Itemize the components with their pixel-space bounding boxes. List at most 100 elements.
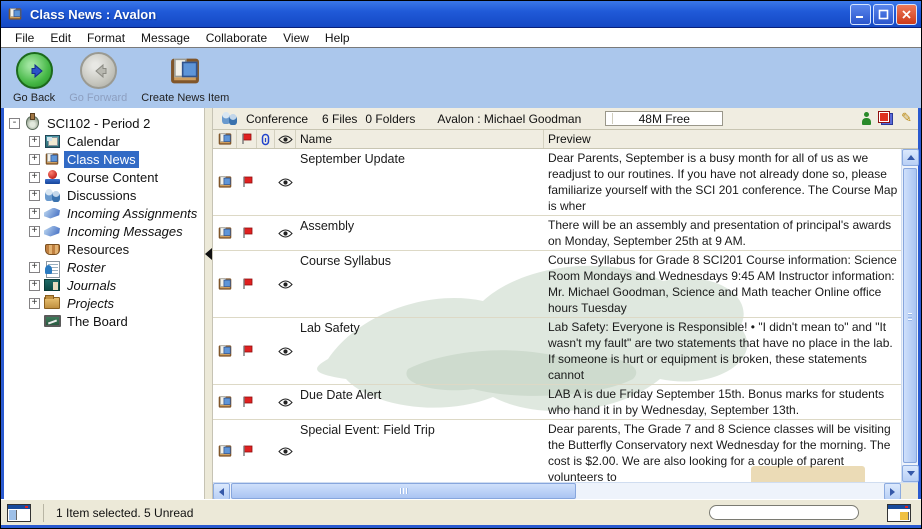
expand-toggle[interactable]: + [29, 190, 40, 201]
news-item-row[interactable]: Special Event: Field Trip Dear parents, … [213, 420, 901, 482]
news-item-icon [219, 445, 232, 456]
maximize-button[interactable] [873, 4, 894, 25]
split-view-toggle-icon[interactable] [7, 504, 31, 522]
status-text: 1 Item selected. 5 Unread [56, 506, 193, 520]
menu-view[interactable]: View [277, 29, 319, 47]
free-space-value: 48M Free [639, 112, 690, 126]
vertical-scroll-thumb[interactable] [903, 168, 917, 463]
flag-icon [241, 133, 252, 145]
folders-count: 0 Folders [365, 112, 415, 126]
tree-item-course-content[interactable]: + Course Content [4, 168, 204, 186]
news-item-row[interactable]: Lab Safety Lab Safety: Everyone is Respo… [213, 318, 901, 385]
vertical-scrollbar[interactable] [901, 149, 918, 482]
collapse-sidebar-arrow-icon[interactable] [205, 248, 212, 260]
expand-toggle[interactable]: + [29, 136, 40, 147]
menu-bar: File Edit Format Message Collaborate Vie… [1, 28, 921, 48]
discussions-icon [44, 189, 61, 202]
news-item-row[interactable]: Due Date Alert LAB A is due Friday Septe… [213, 385, 901, 420]
bulletin-board-icon [46, 153, 59, 164]
attachment-paperclip-icon [261, 133, 270, 146]
item-preview: Lab Safety: Everyone is Responsible! • "… [544, 318, 901, 384]
item-name: September Update [300, 152, 405, 166]
news-item-row[interactable]: Course Syllabus Course Syllabus for Grad… [213, 251, 901, 318]
expand-toggle[interactable]: + [29, 226, 40, 237]
eye-icon [278, 280, 293, 289]
tree-item-resources[interactable]: Resources [4, 240, 204, 258]
flag-icon [242, 278, 253, 290]
tree-item-projects[interactable]: + Projects [4, 294, 204, 312]
tree-item-discussions[interactable]: + Discussions [4, 186, 204, 204]
journals-icon [44, 279, 60, 291]
tree-item-calendar[interactable]: + Calendar [4, 132, 204, 150]
tree-item-sci102[interactable]: - SCI102 - Period 2 [4, 114, 204, 132]
layered-squares-icon[interactable] [879, 112, 893, 125]
tree-item-incoming-messages[interactable]: + Incoming Messages [4, 222, 204, 240]
collapse-toggle[interactable]: - [9, 118, 20, 129]
name-column-header[interactable]: Name [296, 130, 544, 148]
conference-info-bar: Conference 6 Files 0 Folders Avalon : Mi… [213, 108, 918, 130]
tree-item-roster[interactable]: + Roster [4, 258, 204, 276]
window-title: Class News : Avalon [30, 7, 850, 22]
panel-layout-icon[interactable] [887, 504, 911, 522]
calendar-icon [45, 135, 60, 148]
minimize-button[interactable] [850, 4, 871, 25]
expand-toggle[interactable]: + [29, 298, 40, 309]
item-type-column[interactable] [213, 130, 237, 148]
item-type-icon [218, 133, 231, 144]
expand-toggle[interactable]: + [29, 154, 40, 165]
conference-icon [221, 112, 238, 125]
tree-item-the-board[interactable]: The Board [4, 312, 204, 330]
menu-help[interactable]: Help [319, 29, 360, 47]
unread-column[interactable] [275, 130, 296, 148]
conference-type-label: Conference [246, 112, 308, 126]
presence-person-icon[interactable] [862, 112, 871, 125]
window-frame-edge [1, 525, 921, 528]
scroll-down-button[interactable] [902, 465, 919, 482]
menu-file[interactable]: File [9, 29, 44, 47]
item-preview: Dear parents, The Grade 7 and 8 Science … [544, 420, 901, 482]
attachment-column[interactable] [257, 130, 275, 148]
item-name: Course Syllabus [300, 254, 391, 268]
news-item-list: September Update Dear Parents, September… [213, 149, 901, 482]
go-back-button[interactable]: Go Back [11, 52, 57, 104]
news-item-icon [219, 227, 232, 238]
status-bar: 1 Item selected. 5 Unread [1, 499, 921, 525]
eye-icon [278, 347, 293, 356]
back-arrow-icon [16, 52, 53, 89]
go-back-label: Go Back [13, 92, 55, 104]
title-bar: Class News : Avalon [1, 1, 921, 28]
flag-column[interactable] [237, 130, 257, 148]
sidebar-splitter[interactable] [205, 108, 213, 499]
item-preview: There will be an assembly and presentati… [544, 216, 901, 250]
item-name: Special Event: Field Trip [300, 423, 435, 437]
scroll-right-button[interactable] [884, 483, 901, 500]
go-forward-button[interactable]: Go Forward [67, 52, 129, 104]
menu-message[interactable]: Message [135, 29, 200, 47]
tree-item-class-news[interactable]: + Class News [4, 150, 204, 168]
close-button[interactable] [896, 4, 917, 25]
pencil-icon[interactable]: ✎ [901, 112, 912, 125]
news-item-icon [219, 278, 232, 289]
menu-collaborate[interactable]: Collaborate [200, 29, 277, 47]
expand-toggle[interactable]: + [29, 208, 40, 219]
preview-column-header[interactable]: Preview [544, 130, 918, 148]
news-item-row[interactable]: September Update Dear Parents, September… [213, 149, 901, 216]
news-item-row[interactable]: Assembly There will be an assembly and p… [213, 216, 901, 251]
horizontal-scroll-thumb[interactable] [231, 483, 576, 499]
horizontal-scrollbar[interactable] [213, 482, 918, 499]
tree-item-incoming-assignments[interactable]: + Incoming Assignments [4, 204, 204, 222]
app-window: Class News : Avalon File Edit Format Mes… [0, 0, 922, 529]
expand-toggle[interactable]: + [29, 262, 40, 273]
tree-item-journals[interactable]: + Journals [4, 276, 204, 294]
menu-edit[interactable]: Edit [44, 29, 81, 47]
expand-toggle[interactable]: + [29, 172, 40, 183]
eye-icon [278, 178, 293, 187]
scroll-up-button[interactable] [902, 149, 919, 166]
menu-format[interactable]: Format [81, 29, 135, 47]
expand-toggle[interactable]: + [29, 280, 40, 291]
scroll-left-button[interactable] [213, 483, 230, 500]
create-news-item-label: Create News Item [141, 92, 229, 104]
eye-icon [278, 135, 293, 144]
create-news-item-button[interactable]: Create News Item [139, 52, 231, 104]
flag-icon [242, 396, 253, 408]
